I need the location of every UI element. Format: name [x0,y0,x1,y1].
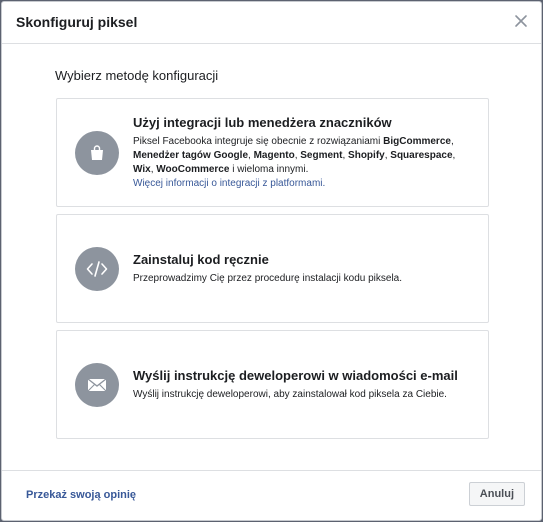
option-heading: Zainstaluj kod ręcznie [133,252,269,267]
envelope-icon [75,363,119,407]
code-icon [75,247,119,291]
option-integration-card[interactable]: Użyj integracji lub menedżera znaczników… [56,98,489,207]
option-heading: Wyślij instrukcję deweloperowi w wiadomo… [133,368,458,383]
configure-pixel-dialog: Skonfiguruj piksel Wybierz metodę konfig… [1,1,542,521]
dialog-title: Skonfiguruj piksel [16,14,138,30]
shopping-bag-icon [75,131,119,175]
dialog-footer: Przekaż swoją opinię Anuluj [2,470,541,520]
integration-info-link[interactable]: Więcej informacji o integracji z platfor… [133,177,476,191]
option-description: Wyślij instrukcję deweloperowi, aby zain… [133,389,447,400]
option-manual-install-card[interactable]: Zainstaluj kod ręcznie Przeprowadzimy Ci… [56,214,489,323]
feedback-link[interactable]: Przekaż swoją opinię [26,489,136,501]
option-description: Przeprowadzimy Cię przez procedurę insta… [133,273,403,284]
cancel-button[interactable]: Anuluj [468,482,525,506]
option-description: Piksel Facebooka integruje się obecnie z… [133,136,456,175]
section-title: Wybierz metodę konfiguracji [55,68,219,83]
option-heading: Użyj integracji lub menedżera znaczników [133,115,392,130]
dialog-header: Skonfiguruj piksel [2,2,541,44]
option-email-developer-card[interactable]: Wyślij instrukcję deweloperowi w wiadomo… [56,330,489,439]
close-icon[interactable] [513,13,529,29]
